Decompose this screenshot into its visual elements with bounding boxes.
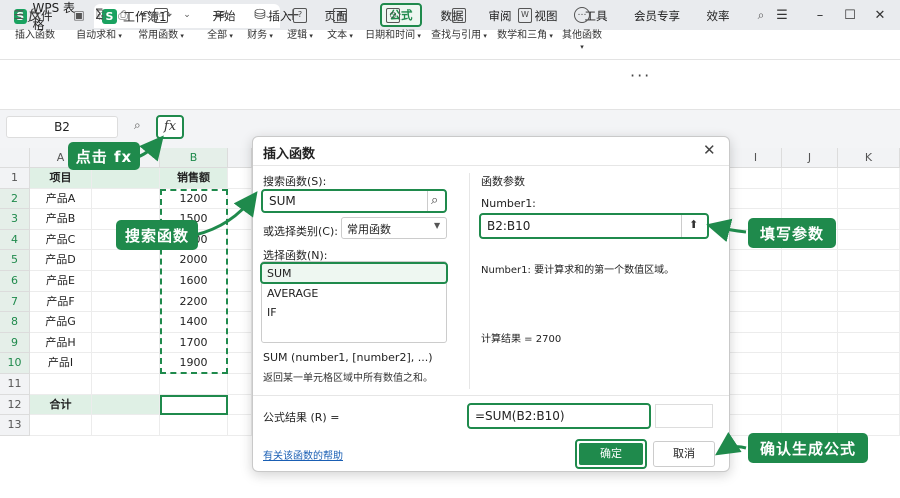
arrow-search	[194, 191, 258, 237]
arrow-params	[706, 218, 747, 243]
callout-confirm: 确认生成公式	[748, 433, 868, 463]
callout-click-fx: 点击 fx	[68, 142, 140, 170]
callout-fill-params: 填写参数	[748, 218, 836, 248]
callout-search-function: 搜索函数	[116, 220, 198, 250]
arrow-confirm	[715, 432, 747, 456]
arrow-click-fx	[137, 135, 164, 162]
